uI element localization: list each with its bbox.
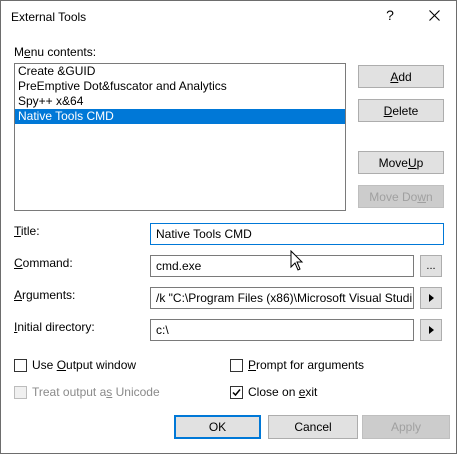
arguments-macro-button[interactable] <box>420 287 442 309</box>
move-down-button[interactable]: Move Do w n <box>358 185 444 208</box>
menu-contents-label-mnemonic: e <box>24 45 31 59</box>
checkbox-box[interactable] <box>230 385 243 399</box>
title-label-text: itle: <box>20 224 40 238</box>
checkbox-box[interactable] <box>230 358 243 372</box>
arguments-label: Arguments: <box>14 288 75 302</box>
add-button[interactable]: Add <box>358 65 444 88</box>
ok-button[interactable]: OK <box>174 415 261 439</box>
list-item-preemptive-dotfuscator[interactable]: PreEmptive Dot&fuscator and Analytics <box>15 79 345 94</box>
move-down-label: Move Do <box>369 189 418 204</box>
delete-button-label: elete <box>392 103 419 118</box>
delete-button[interactable]: Delete <box>358 99 444 122</box>
window-title: External Tools <box>11 10 87 24</box>
prompt-for-arguments-mnemonic: P <box>248 358 257 372</box>
use-output-window-text-rest: utput window <box>66 358 137 372</box>
initial-directory-input[interactable]: c:\ <box>150 319 414 341</box>
menu-contents-label-text: M <box>14 45 24 59</box>
title-bar[interactable]: External Tools ? <box>1 1 456 33</box>
close-icon <box>428 9 440 21</box>
use-output-window-mnemonic: O <box>56 358 67 372</box>
command-label-mnemonic: C <box>14 256 23 270</box>
checkmark-icon <box>232 388 241 396</box>
list-item-native-tools-cmd[interactable]: Native Tools CMD <box>15 109 345 124</box>
close-on-exit-text: Close on <box>248 385 299 399</box>
use-output-window-text: Use <box>32 358 57 372</box>
arguments-label-text: rguments: <box>22 288 76 302</box>
external-tools-dialog: External Tools ? Menu contents: Create &… <box>0 0 457 454</box>
arguments-input[interactable]: /k "C:\Program Files (x86)\Microsoft Vis… <box>150 287 414 309</box>
command-label-text: ommand: <box>22 256 73 270</box>
title-label: Title: <box>14 224 40 238</box>
close-on-exit-label: Close on exit <box>248 385 317 399</box>
close-button[interactable] <box>418 1 450 29</box>
add-button-label: dd <box>398 69 412 84</box>
mouse-cursor-icon <box>290 250 304 271</box>
prompt-for-arguments-label: Prompt for arguments <box>248 358 364 372</box>
list-item-create-guid[interactable]: Create &GUID <box>15 64 345 79</box>
help-icon: ? <box>386 7 394 23</box>
delete-button-mnemonic: D <box>383 103 393 118</box>
command-input[interactable]: cmd.exe <box>150 255 414 277</box>
initial-directory-macro-button[interactable] <box>420 319 442 341</box>
arguments-label-mnemonic: A <box>14 288 23 302</box>
move-up-mnemonic: U <box>407 155 417 170</box>
apply-button[interactable]: Apply <box>362 415 450 439</box>
checkbox-box[interactable] <box>14 358 27 372</box>
use-output-window-label: Use Output window <box>32 358 136 372</box>
prompt-for-arguments-checkbox[interactable]: Prompt for arguments <box>230 358 364 372</box>
menu-contents-label: Menu contents: <box>14 45 96 59</box>
move-up-label-rest: p <box>416 155 424 170</box>
arrow-right-icon <box>428 294 434 302</box>
menu-contents-list[interactable]: Create &GUID PreEmptive Dot&fuscator and… <box>14 63 346 211</box>
move-up-button[interactable]: Move Up <box>358 151 444 174</box>
title-label-mnemonic: T <box>14 224 21 238</box>
list-item-spy-x64[interactable]: Spy++ x&64 <box>15 94 345 109</box>
move-up-label: Move <box>378 155 408 170</box>
prompt-for-arguments-text-rest: rompt for arguments <box>256 358 365 372</box>
initial-directory-label-text: nitial directory: <box>17 320 95 334</box>
close-on-exit-text-rest: xit <box>305 385 318 399</box>
initial-directory-label: Initial directory: <box>14 320 95 334</box>
add-button-mnemonic: A <box>390 69 399 84</box>
menu-contents-label-text-rest: nu contents: <box>30 45 97 59</box>
arrow-right-icon <box>428 326 434 334</box>
title-input[interactable]: Native Tools CMD <box>150 223 444 245</box>
close-on-exit-checkbox[interactable]: Close on exit <box>230 385 317 399</box>
cancel-button[interactable]: Cancel <box>268 415 358 439</box>
treat-output-as-unicode-label: Treat output as Unicode <box>32 385 160 399</box>
ellipsis-icon: ... <box>426 260 436 272</box>
move-down-label-rest: n <box>426 189 433 204</box>
command-browse-button[interactable]: ... <box>420 255 442 277</box>
move-down-mnemonic: w <box>417 189 426 204</box>
use-output-window-checkbox[interactable]: Use Output window <box>14 358 136 372</box>
checkbox-box[interactable] <box>14 385 27 399</box>
help-button[interactable]: ? <box>374 1 406 29</box>
treat-output-as-unicode-checkbox[interactable]: Treat output as Unicode <box>14 385 160 399</box>
treat-output-as-unicode-text-rest: Unicode <box>112 385 160 399</box>
command-label: Command: <box>14 256 73 270</box>
treat-output-as-unicode-text: Treat output a <box>32 385 107 399</box>
